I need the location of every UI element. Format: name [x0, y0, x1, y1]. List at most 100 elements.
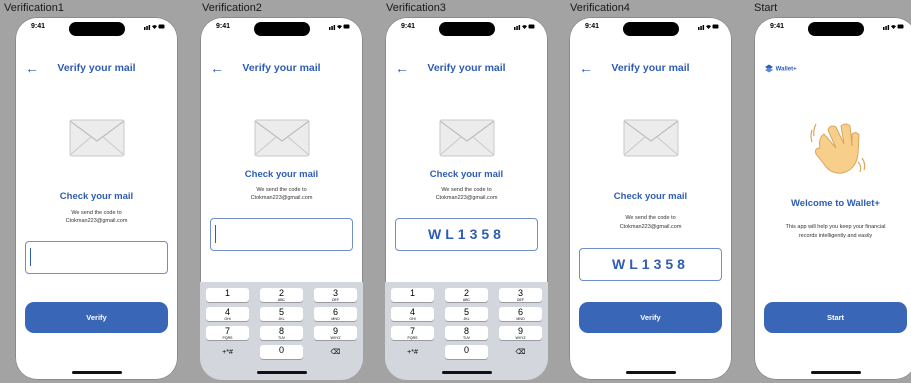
sub-email: Ctokman223@gmail.com [65, 218, 128, 224]
backspace-icon[interactable]: ⌫ [499, 345, 542, 359]
status-icons [698, 23, 720, 32]
envelope-icon [623, 119, 678, 157]
phone-verification1: 9:41 ← Verify your mail Check your mail … [15, 17, 178, 380]
waving-hand-icon [809, 123, 865, 174]
key-symbols[interactable]: +*# [206, 345, 249, 359]
welcome-line-2: records intelligently and easily [798, 233, 873, 239]
dynamic-island [807, 22, 864, 36]
key-6[interactable]: 6 MNO [499, 307, 542, 321]
code-value: WL1358 [428, 226, 505, 242]
nav-bar: ← Verify your mail [200, 61, 363, 79]
wallet-logo-icon [765, 64, 773, 73]
phone-start: 9:41 Wallet+ Welcome to Wallet+ This app… [754, 17, 911, 380]
code-input[interactable] [210, 218, 353, 251]
text-caret [30, 248, 31, 266]
sub-email: Ctokman223@gmail.com [435, 195, 498, 201]
envelope-icon [439, 119, 494, 157]
dynamic-island [253, 22, 310, 36]
home-indicator [71, 371, 122, 374]
status-time: 9:41 [770, 23, 785, 30]
key-2[interactable]: 2 ABC [260, 288, 303, 302]
brand-name: Wallet+ [775, 66, 797, 73]
status-bar: 9:41 [385, 17, 548, 39]
status-time: 9:41 [216, 23, 231, 30]
frame-label-start: Start [754, 2, 778, 14]
welcome-line-1: This app will help you keep your financi… [785, 224, 886, 230]
dynamic-island [68, 22, 125, 36]
status-icons [329, 23, 351, 32]
code-input[interactable]: WL1358 [395, 218, 538, 251]
dynamic-island [622, 22, 679, 36]
home-indicator [810, 371, 861, 374]
verify-button[interactable]: Verify [579, 302, 722, 333]
key-7[interactable]: 7 PQRS [391, 326, 434, 340]
status-bar: 9:41 [200, 17, 363, 39]
check-title: Check your mail [429, 169, 504, 180]
frame-label-verification2: Verification2 [202, 2, 262, 14]
status-bar: 9:41 [15, 17, 178, 39]
sub-email: Ctokman223@gmail.com [619, 224, 682, 230]
page-title: Verify your mail [611, 62, 690, 74]
welcome-title: Welcome to Wallet+ [791, 198, 880, 209]
dynamic-island [438, 22, 495, 36]
code-value: WL1358 [612, 256, 689, 272]
phone-verification2: 9:41 ← Verify your mail Check your mail … [200, 17, 363, 380]
key-3[interactable]: 3 DEF [314, 288, 357, 302]
page-title: Verify your mail [242, 62, 321, 74]
frame-label-verification1: Verification1 [4, 2, 64, 14]
home-indicator [256, 371, 307, 374]
frame-label-verification4: Verification4 [570, 2, 630, 14]
nav-bar: ← Verify your mail [569, 61, 732, 79]
key-7[interactable]: 7 PQRS [206, 326, 249, 340]
sub-email: Ctokman223@gmail.com [250, 195, 313, 201]
key-9[interactable]: 9 WXYZ [314, 326, 357, 340]
backspace-icon[interactable]: ⌫ [314, 345, 357, 359]
key-3[interactable]: 3 DEF [499, 288, 542, 302]
verify-button[interactable]: Verify [25, 302, 168, 333]
page-title: Verify your mail [427, 62, 506, 74]
home-indicator [625, 371, 676, 374]
envelope-icon [69, 119, 124, 157]
envelope-icon [254, 119, 309, 157]
status-icons [883, 23, 905, 32]
status-bar: 9:41 [754, 17, 911, 39]
home-indicator [441, 371, 492, 374]
code-input[interactable] [25, 241, 168, 274]
key-1[interactable]: 1 [391, 288, 434, 302]
code-input[interactable]: WL1358 [579, 248, 722, 281]
key-0[interactable]: 0 [445, 345, 488, 359]
numeric-keypad: 1 2 ABC 3 DEF 4 GHI 5 JKL 6 MNO 7 PQRS 8 TUV 9W… [200, 282, 363, 380]
page-title: Verify your mail [57, 62, 136, 74]
check-title: Check your mail [59, 191, 134, 202]
status-time: 9:41 [31, 23, 46, 30]
key-8[interactable]: 8 TUV [260, 326, 303, 340]
text-caret [215, 225, 216, 243]
key-8[interactable]: 8 TUV [445, 326, 488, 340]
check-title: Check your mail [613, 191, 688, 202]
key-symbols[interactable]: +*# [391, 345, 434, 359]
nav-bar: ← Verify your mail [15, 61, 178, 79]
key-9[interactable]: 9 WXYZ [499, 326, 542, 340]
key-1[interactable]: 1 [206, 288, 249, 302]
key-0[interactable]: 0 [260, 345, 303, 359]
check-title: Check your mail [244, 169, 319, 180]
wallet-logo: Wallet+ [764, 64, 797, 74]
status-time: 9:41 [585, 23, 600, 30]
phone-verification4: 9:41 ← Verify your mail Check your mail … [569, 17, 732, 380]
key-5[interactable]: 5 JKL [445, 307, 488, 321]
nav-bar: ← Verify your mail [385, 61, 548, 79]
key-4[interactable]: 4 GHI [206, 307, 249, 321]
status-time: 9:41 [401, 23, 416, 30]
numeric-keypad: 1 2 ABC 3 DEF 4 GHI 5 JKL 6 MNO 7 PQRS 8 TUV 9W… [385, 282, 548, 380]
key-2[interactable]: 2 ABC [445, 288, 488, 302]
key-6[interactable]: 6 MNO [314, 307, 357, 321]
frame-label-verification3: Verification3 [386, 2, 446, 14]
status-icons [144, 23, 166, 32]
start-button[interactable]: Start [764, 302, 907, 333]
key-4[interactable]: 4 GHI [391, 307, 434, 321]
phone-verification3: 9:41 ← Verify your mail Check your mail … [385, 17, 548, 380]
status-bar: 9:41 [569, 17, 732, 39]
key-5[interactable]: 5 JKL [260, 307, 303, 321]
sub-line-1: We send the code to [625, 215, 676, 221]
status-icons [514, 23, 536, 32]
